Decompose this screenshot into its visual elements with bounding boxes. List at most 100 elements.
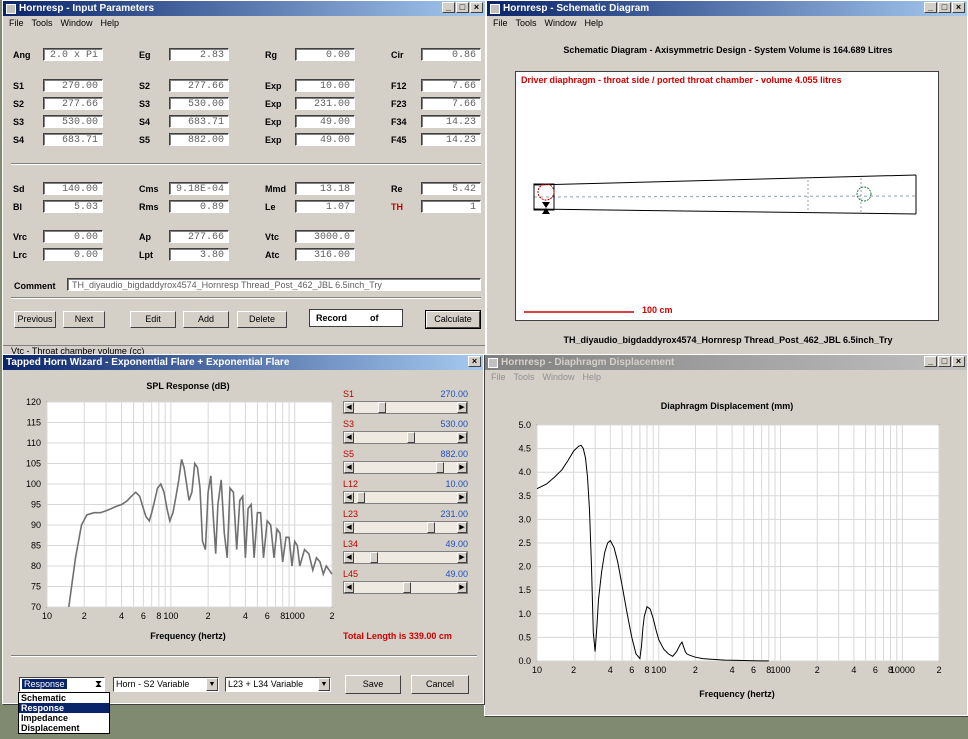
slider-thumb[interactable] bbox=[402, 582, 411, 593]
arrow-left-icon[interactable]: ◀ bbox=[344, 492, 354, 503]
horn-variable-select[interactable]: Horn - S2 Variable ▼ bbox=[113, 677, 219, 692]
arrow-left-icon[interactable]: ◀ bbox=[344, 402, 354, 413]
minimize-icon[interactable]: _ bbox=[924, 2, 937, 13]
param-field-s3[interactable]: 530.00 bbox=[43, 115, 103, 128]
param-field-s2[interactable]: 277.66 bbox=[43, 97, 103, 110]
param-field-s5[interactable]: 882.00 bbox=[169, 133, 229, 146]
slider-l23[interactable]: ◀ ▶ bbox=[343, 521, 468, 534]
param-field-exp[interactable]: 49.00 bbox=[295, 133, 355, 146]
slider-l12[interactable]: ◀ ▶ bbox=[343, 491, 468, 504]
param-field-exp[interactable]: 49.00 bbox=[295, 115, 355, 128]
close-icon[interactable]: × bbox=[952, 356, 965, 367]
arrow-left-icon[interactable]: ◀ bbox=[344, 462, 354, 473]
slider-thumb[interactable] bbox=[378, 402, 387, 413]
menu-file[interactable]: File bbox=[491, 372, 506, 382]
menu-window[interactable]: Window bbox=[61, 18, 93, 28]
param-field-rg[interactable]: 0.00 bbox=[295, 48, 355, 61]
dropdown-item-schematic[interactable]: Schematic bbox=[19, 693, 109, 703]
maximize-icon[interactable]: □ bbox=[938, 356, 951, 367]
close-icon[interactable]: × bbox=[470, 2, 483, 13]
schematic-titlebar[interactable]: Hornresp - Schematic Diagram _ □ × bbox=[487, 1, 967, 16]
param-field-eg[interactable]: 2.83 bbox=[169, 48, 229, 61]
param-field-th[interactable]: 1 bbox=[421, 200, 481, 213]
maximize-icon[interactable]: □ bbox=[456, 2, 469, 13]
dropdown-item-response[interactable]: Response bbox=[19, 703, 109, 713]
dropdown-item-impedance[interactable]: Impedance bbox=[19, 713, 109, 723]
slider-s5[interactable]: ◀ ▶ bbox=[343, 461, 468, 474]
save-button[interactable]: Save bbox=[345, 675, 401, 694]
next-button[interactable]: Next bbox=[63, 311, 105, 328]
arrow-right-icon[interactable]: ▶ bbox=[457, 522, 467, 533]
slider-thumb[interactable] bbox=[407, 432, 416, 443]
menu-tools[interactable]: Tools bbox=[516, 18, 537, 28]
maximize-icon[interactable]: □ bbox=[938, 2, 951, 13]
close-icon[interactable]: × bbox=[952, 2, 965, 13]
edit-button[interactable]: Edit bbox=[130, 311, 176, 328]
slider-thumb[interactable] bbox=[369, 552, 378, 563]
dropdown-item-displacement[interactable]: Displacement bbox=[19, 723, 109, 733]
param-field-exp[interactable]: 10.00 bbox=[295, 79, 355, 92]
arrow-right-icon[interactable]: ▶ bbox=[457, 402, 467, 413]
param-field-s4[interactable]: 683.71 bbox=[43, 133, 103, 146]
menu-tools[interactable]: Tools bbox=[514, 372, 535, 382]
param-field-cms[interactable]: 9.18E-04 bbox=[169, 182, 229, 195]
wizard-titlebar[interactable]: Tapped Horn Wizard - Exponential Flare +… bbox=[3, 355, 483, 370]
param-field-s1[interactable]: 270.00 bbox=[43, 79, 103, 92]
param-field-re[interactable]: 5.42 bbox=[421, 182, 481, 195]
param-field-bl[interactable]: 5.03 bbox=[43, 200, 103, 213]
slider-thumb[interactable] bbox=[356, 492, 365, 503]
menu-file[interactable]: File bbox=[493, 18, 508, 28]
menu-file[interactable]: File bbox=[9, 18, 24, 28]
arrow-right-icon[interactable]: ▶ bbox=[457, 492, 467, 503]
delete-button[interactable]: Delete bbox=[237, 311, 287, 328]
minimize-icon[interactable]: _ bbox=[442, 2, 455, 13]
arrow-right-icon[interactable]: ▶ bbox=[457, 582, 467, 593]
param-field-mmd[interactable]: 13.18 bbox=[295, 182, 355, 195]
chevron-down-icon[interactable]: ▼ bbox=[206, 678, 218, 691]
param-field-vtc[interactable]: 3000.0 bbox=[295, 230, 355, 243]
close-icon[interactable]: × bbox=[468, 356, 481, 367]
add-button[interactable]: Add bbox=[183, 311, 229, 328]
menu-help[interactable]: Help bbox=[585, 18, 604, 28]
param-field-vrc[interactable]: 0.00 bbox=[43, 230, 103, 243]
param-field-rms[interactable]: 0.89 bbox=[169, 200, 229, 213]
param-field-ap[interactable]: 277.66 bbox=[169, 230, 229, 243]
param-field-ang[interactable]: 2.0 x Pi bbox=[43, 48, 103, 61]
menu-window[interactable]: Window bbox=[543, 372, 575, 382]
minimize-icon[interactable]: _ bbox=[924, 356, 937, 367]
previous-button[interactable]: Previous bbox=[14, 311, 56, 328]
arrow-right-icon[interactable]: ▶ bbox=[457, 462, 467, 473]
calculate-button[interactable]: Calculate bbox=[425, 310, 481, 329]
param-field-f12[interactable]: 7.66 bbox=[421, 79, 481, 92]
param-field-s4[interactable]: 683.71 bbox=[169, 115, 229, 128]
arrow-left-icon[interactable]: ◀ bbox=[344, 582, 354, 593]
slider-l34[interactable]: ◀ ▶ bbox=[343, 551, 468, 564]
param-field-s2[interactable]: 277.66 bbox=[169, 79, 229, 92]
length-variable-select[interactable]: L23 + L34 Variable ▼ bbox=[225, 677, 331, 692]
param-field-le[interactable]: 1.07 bbox=[295, 200, 355, 213]
param-field-cir[interactable]: 0.86 bbox=[421, 48, 481, 61]
param-field-sd[interactable]: 140.00 bbox=[43, 182, 103, 195]
chevron-down-icon[interactable]: ▼ bbox=[318, 678, 330, 691]
param-field-atc[interactable]: 316.00 bbox=[295, 248, 355, 261]
param-field-lrc[interactable]: 0.00 bbox=[43, 248, 103, 261]
slider-thumb[interactable] bbox=[436, 462, 445, 473]
param-field-f23[interactable]: 7.66 bbox=[421, 97, 481, 110]
arrow-left-icon[interactable]: ◀ bbox=[344, 432, 354, 443]
param-field-s3[interactable]: 530.00 bbox=[169, 97, 229, 110]
arrow-right-icon[interactable]: ▶ bbox=[457, 552, 467, 563]
menu-window[interactable]: Window bbox=[545, 18, 577, 28]
param-field-exp[interactable]: 231.00 bbox=[295, 97, 355, 110]
displacement-titlebar[interactable]: Hornresp - Diaphragm Displacement _ □ × bbox=[485, 355, 967, 370]
param-field-lpt[interactable]: 3.80 bbox=[169, 248, 229, 261]
arrow-left-icon[interactable]: ◀ bbox=[344, 522, 354, 533]
comment-field[interactable]: TH_diyaudio_bigdaddyrox4574_Hornresp Thr… bbox=[67, 278, 481, 291]
param-field-f34[interactable]: 14.23 bbox=[421, 115, 481, 128]
slider-l45[interactable]: ◀ ▶ bbox=[343, 581, 468, 594]
slider-s1[interactable]: ◀ ▶ bbox=[343, 401, 468, 414]
arrow-left-icon[interactable]: ◀ bbox=[344, 552, 354, 563]
slider-s3[interactable]: ◀ ▶ bbox=[343, 431, 468, 444]
menu-help[interactable]: Help bbox=[583, 372, 602, 382]
menu-help[interactable]: Help bbox=[101, 18, 120, 28]
slider-thumb[interactable] bbox=[426, 522, 435, 533]
